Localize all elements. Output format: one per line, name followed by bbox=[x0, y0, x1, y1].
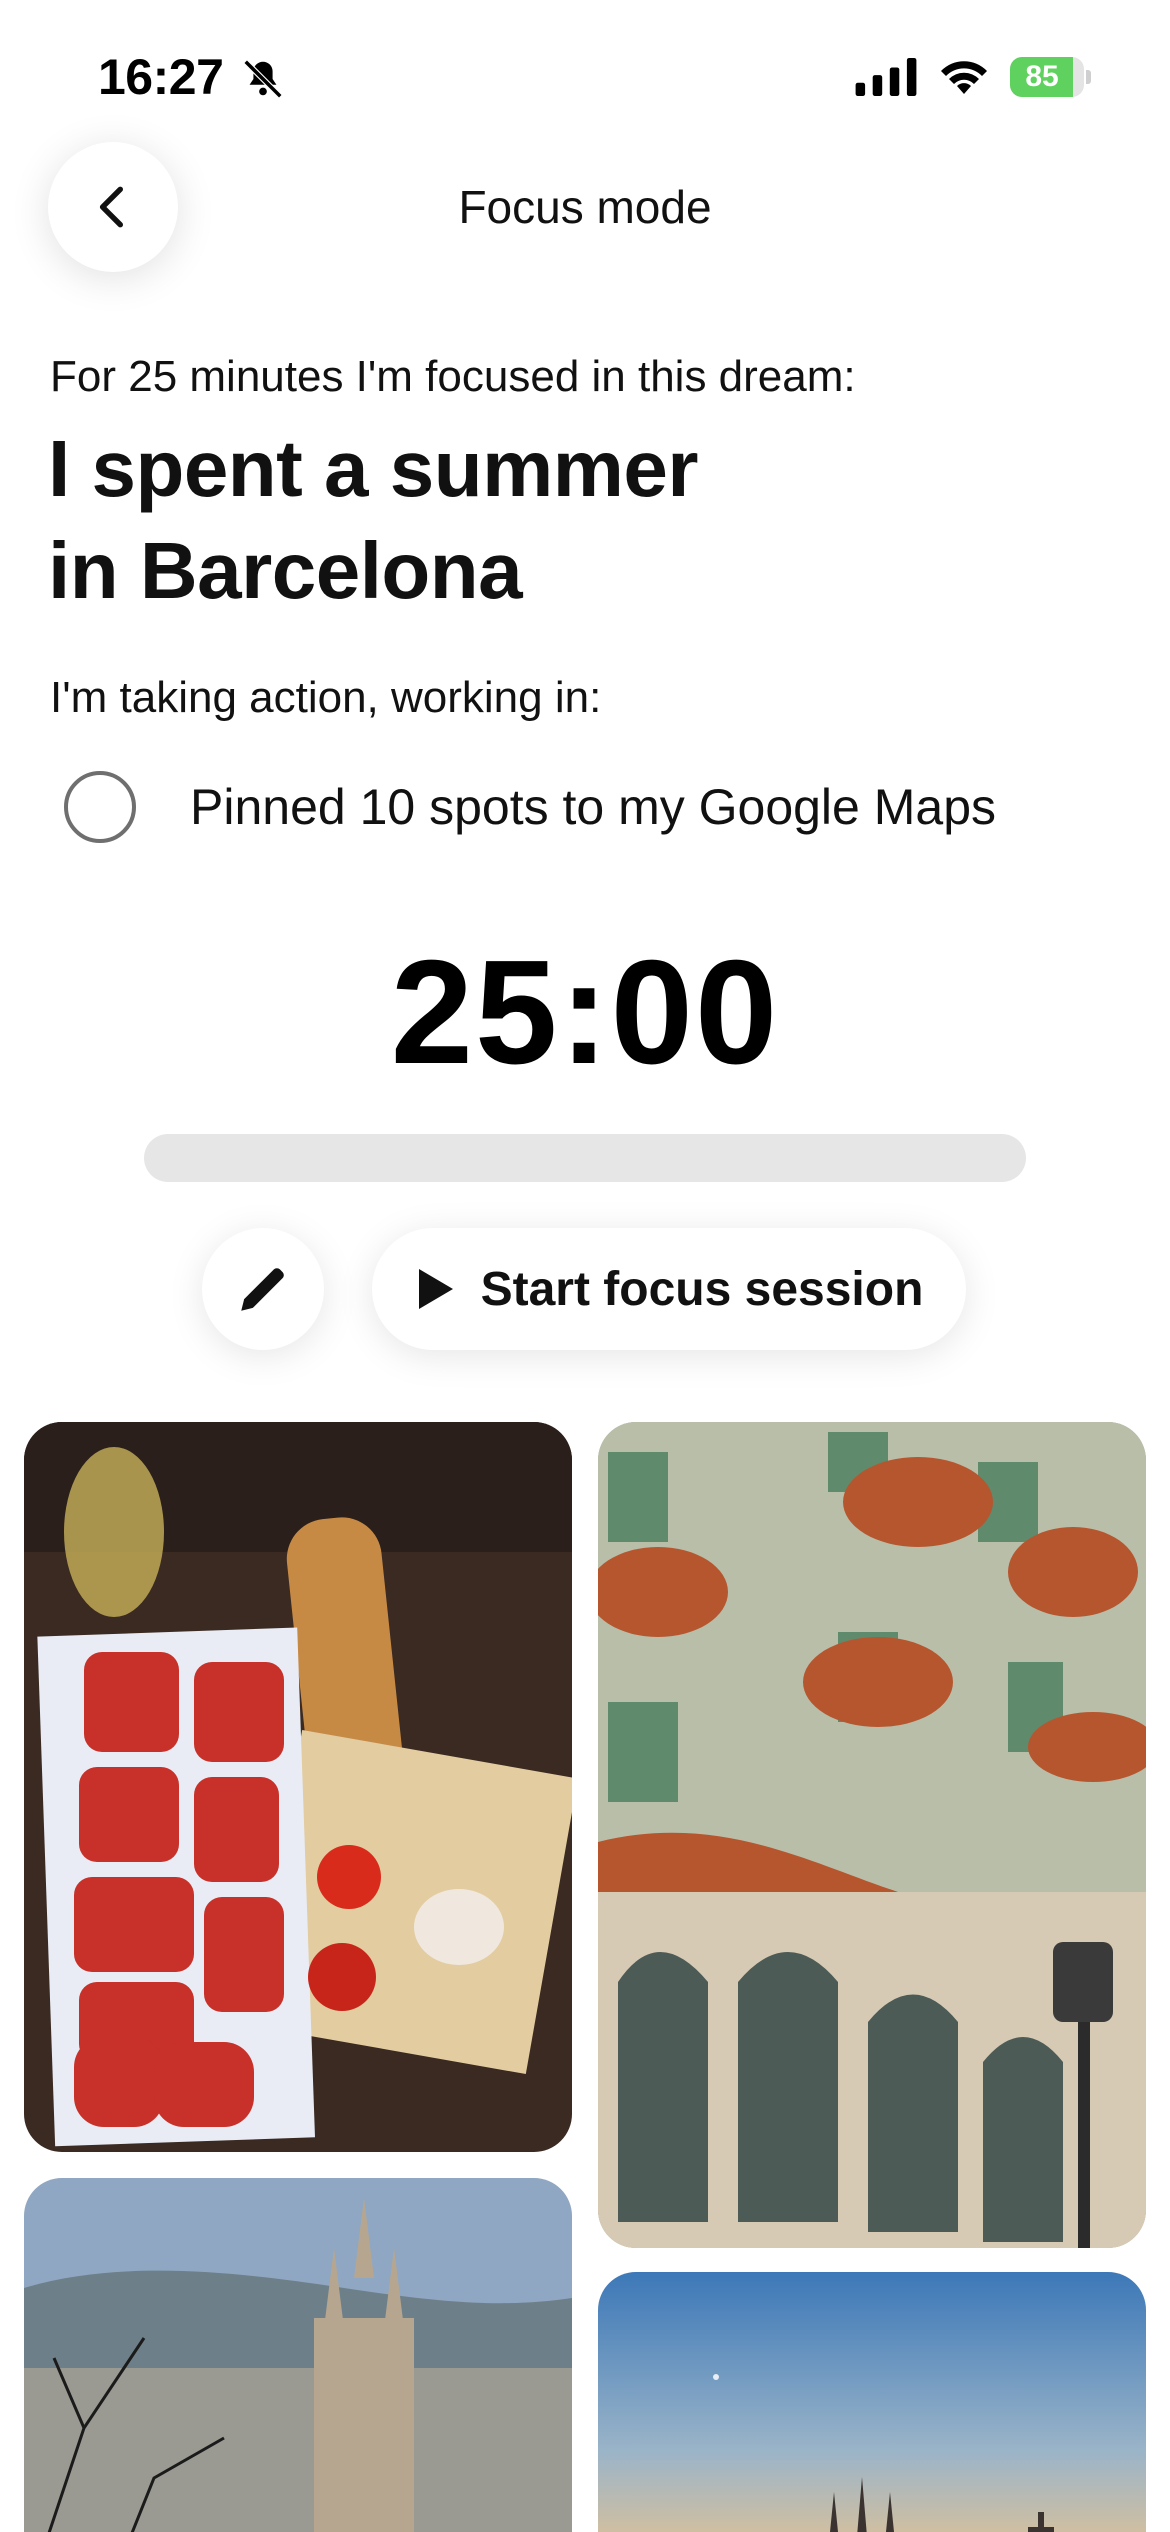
page-title: Focus mode bbox=[458, 181, 712, 233]
play-icon bbox=[418, 1269, 453, 1309]
edit-button[interactable] bbox=[202, 1228, 324, 1350]
timer-display: 25:00 bbox=[390, 930, 780, 1095]
task-checkbox[interactable] bbox=[64, 771, 136, 843]
focus-intro-label: For 25 minutes I'm focused in this dream… bbox=[50, 352, 856, 401]
status-bar: 16:27 85 bbox=[0, 0, 1170, 150]
wifi-icon bbox=[941, 61, 987, 94]
bell-slash-icon bbox=[243, 59, 283, 99]
cellular-signal-icon bbox=[855, 58, 917, 96]
action-label: I'm taking action, working in: bbox=[50, 673, 602, 722]
status-time: 16:27 bbox=[98, 49, 224, 105]
focus-mode-screen: 16:27 85 Focus mode For 25 minutes I'm f… bbox=[0, 0, 1170, 2532]
task-item[interactable]: Pinned 10 spots to my Google Maps bbox=[64, 770, 1124, 844]
photo-pa-amb-tomaquet[interactable] bbox=[24, 1422, 572, 2152]
photo-sunset-skyline[interactable] bbox=[598, 2272, 1146, 2532]
photo-casa-batllo[interactable] bbox=[598, 1422, 1146, 2248]
session-progress-bar bbox=[144, 1134, 1026, 1182]
start-focus-session-label: Start focus session bbox=[480, 1262, 924, 1316]
photo-sagrada-familia-skyline[interactable] bbox=[24, 2178, 572, 2532]
battery-charging-icon: 85 bbox=[1010, 57, 1091, 97]
task-label: Pinned 10 spots to my Google Maps bbox=[190, 779, 997, 835]
start-focus-session-button[interactable]: Start focus session bbox=[372, 1228, 966, 1350]
battery-level: 85 bbox=[1025, 60, 1059, 93]
pencil-icon bbox=[241, 1268, 284, 1311]
dream-title: I spent a summer in Barcelona bbox=[48, 424, 699, 615]
